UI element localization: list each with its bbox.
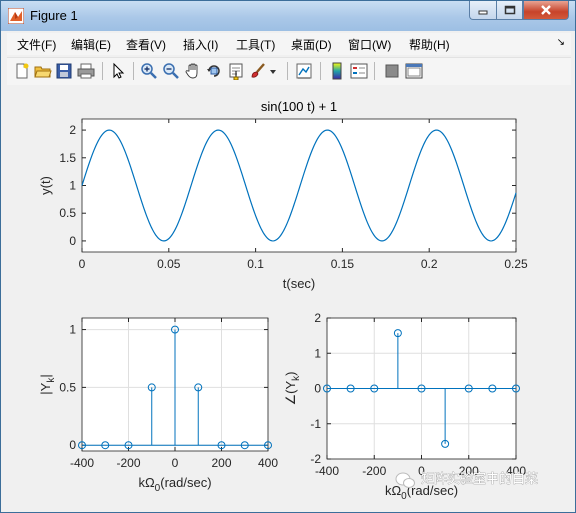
watermark-text: 矩阵实验室中的白菜 <box>421 471 538 486</box>
x-tick-label: 0.15 <box>331 257 355 271</box>
legend-icon[interactable] <box>350 62 368 80</box>
rotate-3d-icon[interactable] <box>205 62 223 80</box>
phase-ylabel: ∠(Yk) <box>283 372 302 406</box>
zoom-in-icon[interactable] <box>140 62 158 80</box>
y-tick-label: 0 <box>69 438 76 452</box>
x-tick-label: 0.2 <box>421 257 438 271</box>
colorbar-icon[interactable] <box>328 62 346 80</box>
minimize-button[interactable] <box>469 1 496 20</box>
menu-insert[interactable]: 插入(I) <box>183 36 218 53</box>
x-tick-label: 0.1 <box>247 257 264 271</box>
x-tick-label: -400 <box>315 464 339 478</box>
time-signal-title: sin(100 t) + 1 <box>261 99 337 114</box>
close-button[interactable] <box>523 1 569 20</box>
menu-help[interactable]: 帮助(H) <box>409 36 450 53</box>
window-title: Figure 1 <box>30 8 78 23</box>
show-plot-tools-icon[interactable] <box>405 62 423 80</box>
menu-desktop[interactable]: 桌面(D) <box>291 36 332 53</box>
y-tick-label: 2 <box>69 123 76 137</box>
x-tick-label: -400 <box>70 456 94 470</box>
magnitude-axes[interactable]: kΩ0(rad/sec) |Yk| -400 -200 0 200 400 0 0.5 1 <box>38 317 278 494</box>
hide-plot-tools-icon[interactable] <box>383 62 401 80</box>
brush-dropdown-icon[interactable] <box>269 62 277 80</box>
x-tick-label: 400 <box>258 456 278 470</box>
link-plot-icon[interactable] <box>295 62 313 80</box>
x-tick-label: -200 <box>116 456 140 470</box>
save-icon[interactable] <box>55 62 73 80</box>
figure-canvas: sin(100 t) + 1 t(sec) y(t) 0 0.05 0.1 0.15 0… <box>7 85 571 507</box>
x-tick-label: 0.25 <box>504 257 528 271</box>
x-tick-label: 0 <box>172 456 179 470</box>
y-tick-label: 1.5 <box>59 151 76 165</box>
y-tick-label: 1 <box>69 323 76 337</box>
menu-bar: 文件(F) 编辑(E) 查看(V) 插入(I) 工具(T) 桌面(D) 窗口(W… <box>7 33 571 55</box>
menu-window[interactable]: 窗口(W) <box>348 36 391 53</box>
x-tick-label: -200 <box>362 464 386 478</box>
y-tick-label: 0 <box>314 382 321 396</box>
minimize-icon <box>478 10 488 15</box>
y-tick-label: 1 <box>69 179 76 193</box>
axes-background <box>82 119 516 252</box>
menu-view[interactable]: 查看(V) <box>126 36 166 53</box>
maximize-icon <box>504 5 515 15</box>
time-signal-xlabel: t(sec) <box>283 276 316 291</box>
toolbar <box>7 57 571 86</box>
matlab-logo-icon <box>8 8 24 24</box>
y-tick-label: 0.5 <box>59 206 76 220</box>
menu-dock-arrow-icon[interactable]: ↘ <box>557 37 565 48</box>
time-signal-axes[interactable]: sin(100 t) + 1 t(sec) y(t) 0 0.05 0.1 0.15 0… <box>38 99 528 291</box>
menu-file[interactable]: 文件(F) <box>17 36 56 53</box>
menu-tools[interactable]: 工具(T) <box>236 36 275 53</box>
figure-window: Figure 1 文件(F) 编辑(E) 查看(V) 插入(I) 工具(T) 桌… <box>0 0 576 513</box>
close-icon <box>541 5 551 15</box>
y-tick-label: 2 <box>314 311 321 325</box>
x-tick-label: 0.05 <box>157 257 181 271</box>
plot-area: sin(100 t) + 1 t(sec) y(t) 0 0.05 0.1 0.15 0… <box>38 99 538 502</box>
pan-hand-icon[interactable] <box>184 62 202 80</box>
print-icon[interactable] <box>77 62 95 80</box>
x-tick-label: 0 <box>79 257 86 271</box>
menu-edit[interactable]: 编辑(E) <box>71 36 111 53</box>
magnitude-ylabel: |Yk| <box>38 374 57 394</box>
data-cursor-icon[interactable] <box>227 62 245 80</box>
y-tick-label: -1 <box>310 417 321 431</box>
y-tick-label: 0 <box>69 234 76 248</box>
title-bar[interactable]: Figure 1 <box>1 1 575 31</box>
magnitude-xlabel: kΩ0(rad/sec) <box>138 475 211 494</box>
x-tick-label: 200 <box>211 456 231 470</box>
new-figure-icon[interactable] <box>13 62 31 80</box>
maximize-button[interactable] <box>496 1 523 20</box>
y-tick-label: 0.5 <box>59 380 76 394</box>
zoom-out-icon[interactable] <box>162 62 180 80</box>
select-arrow-icon[interactable] <box>109 62 127 80</box>
time-signal-ylabel: y(t) <box>38 176 53 195</box>
open-file-icon[interactable] <box>34 62 52 80</box>
brush-icon[interactable] <box>249 62 267 80</box>
y-tick-label: -2 <box>310 452 321 466</box>
y-tick-label: 1 <box>314 346 321 360</box>
